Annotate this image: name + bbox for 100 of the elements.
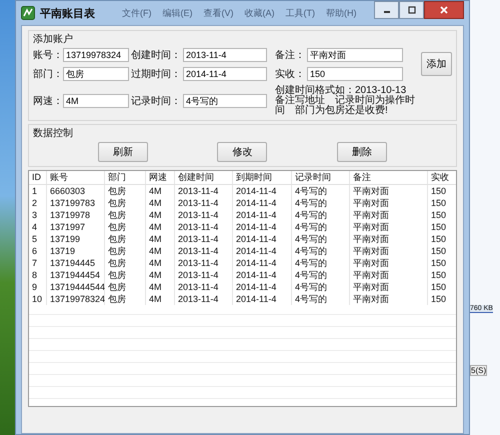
table-cell: 2014-11-4 [233,185,292,197]
table-cell: 2 [29,197,47,209]
table-cell: 4M [146,221,175,233]
table-cell: 包房 [105,293,146,305]
table-cell: 150 [428,221,456,233]
table-cell: 150 [428,197,456,209]
table-cell: 2013-11-4 [175,245,233,257]
table-cell: 150 [428,281,456,293]
app-icon [21,6,35,20]
input-field[interactable]: 4号写的 [183,94,267,108]
group-title: 数据控制 [33,126,74,140]
action-button[interactable]: 修改 [217,142,268,162]
table-cell: 4M [146,245,175,257]
table-cell: 4M [146,293,175,305]
table-cell: 2013-11-4 [175,257,233,269]
table-cell: 平南对面 [350,233,428,245]
table-cell: 13719978 [47,209,105,221]
table-cell: 平南对面 [350,281,428,293]
table-cell: 2014-11-4 [233,281,292,293]
close-icon [439,5,449,15]
table-cell: 包房 [105,185,146,197]
maximize-icon [406,5,416,15]
maximize-button[interactable] [399,1,424,19]
field-label: 记录时间： [131,94,182,108]
table-cell: 6660303 [47,185,105,197]
table-cell: 2013-11-4 [175,281,233,293]
table-cell: 2014-11-4 [233,233,292,245]
table-cell: 包房 [105,257,146,269]
table-cell: 13719 [47,245,105,257]
table-cell: 4号写的 [292,293,350,305]
table-cell: 2013-11-4 [175,269,233,281]
table-cell: 2013-11-4 [175,197,233,209]
field-label: 账号： [33,48,63,62]
table-cell: 4M [146,281,175,293]
background-button[interactable]: 5(S) [470,365,488,376]
field-label: 备注： [275,48,306,62]
table-cell: 4号写的 [292,257,350,269]
hint-text: 创建时间格式如：2013-10-13 备注写地址 记录时间为操作时间 部门为包房还是收费! [275,86,415,116]
table-cell: 150 [428,185,456,197]
table-cell: 2013-11-4 [175,209,233,221]
table-cell: 包房 [105,245,146,257]
column-header[interactable]: 创建时间 [175,171,233,184]
table-cell: 10 [29,293,47,305]
table-cell: 4号写的 [292,245,350,257]
table-cell: 包房 [105,209,146,221]
action-button[interactable]: 删除 [337,142,388,162]
field-label: 创建时间： [131,48,182,62]
close-button[interactable] [424,1,464,19]
table-cell: 137199783 [47,197,105,209]
field-label: 过期时间： [131,68,182,81]
table-cell: 137194445 [47,257,105,269]
table-cell: 包房 [105,269,146,281]
table-cell: 4号写的 [292,221,350,233]
table-cell: 4号写的 [292,197,350,209]
action-button[interactable]: 刷新 [98,142,148,162]
table-cell: 2014-11-4 [233,197,292,209]
input-field[interactable]: 包房 [63,67,129,81]
table-cell: 2013-11-4 [175,293,233,305]
table-cell: 2014-11-4 [233,293,292,305]
field-label: 网速： [33,94,63,108]
input-field[interactable]: 2013-11-4 [183,48,267,62]
table-cell: 1371944454 [47,269,105,281]
table-cell: 150 [428,269,456,281]
table-cell: 8 [29,269,47,281]
input-field[interactable]: 150 [307,67,403,81]
input-field[interactable]: 平南对面 [307,48,403,62]
table-cell: 1 [29,185,47,197]
table-cell: 3 [29,209,47,221]
table-cell: 2014-11-4 [233,269,292,281]
table-cell: 9 [29,281,47,293]
table-cell: 平南对面 [350,185,428,197]
table-cell: 13719978324 [47,293,105,305]
column-header[interactable]: 到期时间 [233,171,292,184]
table-cell: 2014-11-4 [233,221,292,233]
table-cell: 4M [146,209,175,221]
minimize-button[interactable] [374,1,399,19]
table-cell: 7 [29,257,47,269]
table-cell: 4号写的 [292,269,350,281]
table-cell: 4M [146,185,175,197]
input-field[interactable]: 13719978324 [63,48,129,62]
input-field[interactable]: 2014-11-4 [183,67,267,81]
table-cell: 包房 [105,281,146,293]
table-cell: 包房 [105,221,146,233]
input-field[interactable]: 4M [63,94,129,108]
table-cell: 150 [428,257,456,269]
column-header[interactable]: 备注 [350,171,428,184]
table-cell: 平南对面 [350,269,428,281]
table-cell: 2013-11-4 [175,185,233,197]
table-cell: 150 [428,233,456,245]
table-cell: 平南对面 [350,257,428,269]
table-cell: 平南对面 [350,221,428,233]
table-cell: 6 [29,245,47,257]
table-cell: 4M [146,269,175,281]
add-button[interactable]: 添加 [421,52,452,76]
table-cell: 4M [146,233,175,245]
column-header[interactable]: 部门 [105,171,146,184]
column-header[interactable]: 记录时间 [292,171,350,184]
table-cell: 4号写的 [292,209,350,221]
table-cell: 2013-11-4 [175,221,233,233]
table-cell: 4 [29,221,47,233]
